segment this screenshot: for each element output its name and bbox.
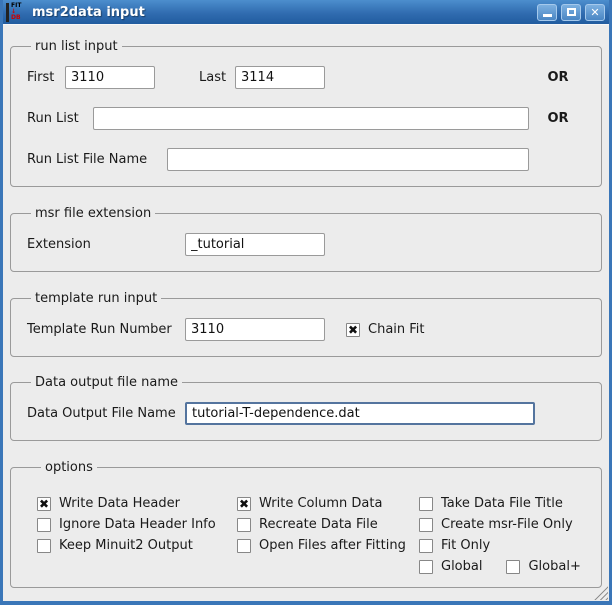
data-output-file-name-input[interactable]: [185, 402, 535, 425]
take-data-file-title-checkbox[interactable]: Take Data File Title: [419, 493, 587, 514]
checkbox-label: Global+: [528, 559, 580, 574]
checkbox-box: [37, 518, 51, 532]
options-column-3: Take Data File Title Create msr-File Onl…: [419, 493, 587, 577]
or-label-top: OR: [529, 70, 587, 85]
checkbox-box: [419, 560, 433, 574]
first-input[interactable]: [65, 66, 155, 89]
minimize-icon: [543, 14, 552, 17]
run-list-row: Run List OR: [27, 107, 587, 130]
template-run-number-input[interactable]: [185, 318, 325, 341]
write-data-header-checkbox[interactable]: ✖ Write Data Header: [37, 493, 237, 514]
checkbox-label: Create msr-File Only: [441, 517, 573, 532]
dialog-content: run list input First Last OR Run List OR…: [3, 24, 609, 605]
checkbox-box: ✖: [37, 497, 51, 511]
ignore-data-header-info-checkbox[interactable]: Ignore Data Header Info: [37, 514, 237, 535]
run-list-file-row: Run List File Name: [27, 148, 587, 171]
checkbox-box: [419, 497, 433, 511]
first-last-row: First Last OR: [27, 66, 587, 89]
group-run-list-input: run list input First Last OR Run List OR…: [10, 39, 602, 187]
minimize-button[interactable]: [537, 4, 557, 21]
window-title: msr2data input: [32, 5, 537, 20]
checkbox-label: Take Data File Title: [441, 496, 563, 511]
options-column-2: ✖ Write Column Data Recreate Data File O…: [237, 493, 419, 577]
checkbox-label: Write Column Data: [259, 496, 382, 511]
close-button[interactable]: ✕: [585, 4, 605, 21]
create-msr-file-only-checkbox[interactable]: Create msr-File Only: [419, 514, 587, 535]
checkbox-box: [419, 539, 433, 553]
checkbox-label: Open Files after Fitting: [259, 538, 406, 553]
or-label-mid: OR: [529, 111, 587, 126]
checkbox-label: Keep Minuit2 Output: [59, 538, 193, 553]
last-input[interactable]: [235, 66, 325, 89]
extension-row: Extension: [27, 233, 587, 256]
last-label: Last: [199, 70, 235, 85]
global-row: Global Global+: [419, 556, 587, 577]
group-msr-file-extension: msr file extension Extension: [10, 206, 602, 272]
group-title: template run input: [31, 291, 161, 306]
global-checkbox[interactable]: Global: [419, 556, 482, 577]
checkbox-label: Ignore Data Header Info: [59, 517, 216, 532]
run-list-file-input[interactable]: [167, 148, 529, 171]
maximize-button[interactable]: [561, 4, 581, 21]
group-options: options ✖ Write Data Header Ignore Data …: [10, 460, 602, 588]
write-column-data-checkbox[interactable]: ✖ Write Column Data: [237, 493, 419, 514]
msr2data-dialog: FIT ↓ DB msr2data input ✕ run list input…: [0, 0, 612, 605]
titlebar[interactable]: FIT ↓ DB msr2data input ✕: [3, 0, 609, 24]
group-title: Data output file name: [31, 375, 182, 390]
checkbox-box: [506, 560, 520, 574]
checkbox-label: Write Data Header: [59, 496, 180, 511]
run-list-label: Run List: [27, 111, 93, 126]
chain-fit-label: Chain Fit: [368, 322, 425, 337]
open-files-after-fitting-checkbox[interactable]: Open Files after Fitting: [237, 535, 419, 556]
checkbox-box: [419, 518, 433, 532]
group-data-output-file-name: Data output file name Data Output File N…: [10, 375, 602, 441]
group-title: msr file extension: [31, 206, 155, 221]
global-plus-checkbox[interactable]: Global+: [506, 556, 580, 577]
keep-minuit2-output-checkbox[interactable]: Keep Minuit2 Output: [37, 535, 237, 556]
first-label: First: [27, 70, 65, 85]
group-title: run list input: [31, 39, 122, 54]
group-title: options: [41, 460, 97, 475]
extension-label: Extension: [27, 237, 185, 252]
checkbox-label: Global: [441, 559, 482, 574]
checkbox-box: [237, 518, 251, 532]
template-run-number-label: Template Run Number: [27, 322, 185, 337]
chain-fit-checkbox[interactable]: ✖ Chain Fit: [346, 322, 425, 337]
checkbox-box: [37, 539, 51, 553]
data-output-file-name-label: Data Output File Name: [27, 406, 185, 421]
template-run-row: Template Run Number ✖ Chain Fit: [27, 318, 587, 341]
recreate-data-file-checkbox[interactable]: Recreate Data File: [237, 514, 419, 535]
close-icon: ✕: [590, 6, 599, 19]
group-template-run-input: template run input Template Run Number ✖…: [10, 291, 602, 357]
options-column-1: ✖ Write Data Header Ignore Data Header I…: [37, 493, 237, 577]
checkbox-label: Recreate Data File: [259, 517, 378, 532]
checkbox-box: ✖: [346, 323, 360, 337]
maximize-icon: [567, 8, 576, 16]
checkbox-box: [237, 539, 251, 553]
checkbox-label: Fit Only: [441, 538, 490, 553]
extension-input[interactable]: [185, 233, 325, 256]
msr2data-app-icon: FIT ↓ DB: [6, 3, 25, 22]
fit-only-checkbox[interactable]: Fit Only: [419, 535, 587, 556]
checkbox-box: ✖: [237, 497, 251, 511]
data-output-row: Data Output File Name: [27, 402, 587, 425]
run-list-input[interactable]: [93, 107, 529, 130]
run-list-file-label: Run List File Name: [27, 152, 167, 167]
